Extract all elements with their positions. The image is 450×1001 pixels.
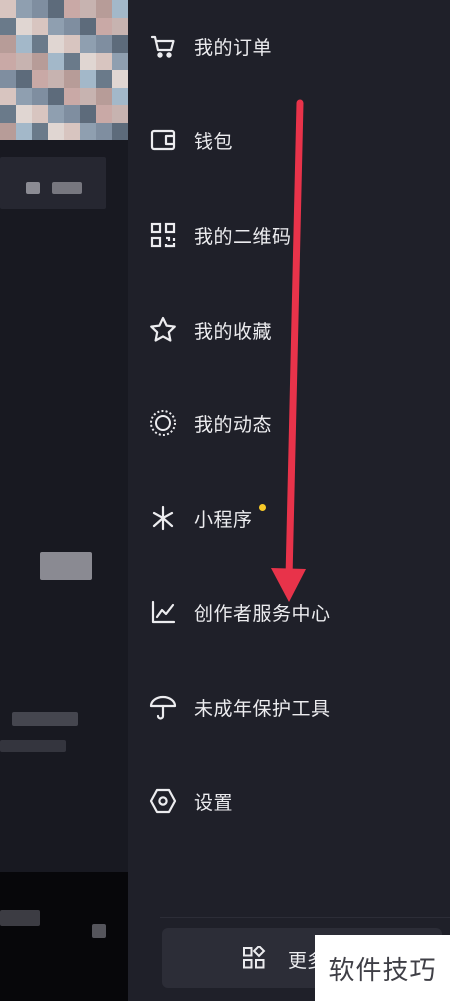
menu-item-label: 设置 [194, 791, 234, 814]
blurred-text [0, 740, 66, 752]
mini-program-icon [148, 503, 178, 533]
menu-item-settings[interactable]: 设置 [128, 771, 450, 831]
menu-item-qr-code[interactable]: 我的二维码 [128, 205, 450, 265]
menu-item-creator-center[interactable]: 创作者服务中心 [128, 582, 450, 642]
menu-item-label: 我的二维码 [194, 225, 292, 248]
menu-item-label: 小程序 [194, 508, 253, 531]
blurred-text [40, 552, 92, 580]
moments-ring-icon [148, 408, 178, 438]
watermark: 软件技巧 [315, 935, 450, 1001]
new-badge-dot [259, 504, 266, 511]
blurred-text [12, 712, 78, 726]
menu-item-favorites[interactable]: 我的收藏 [128, 300, 450, 360]
menu-item-label: 我的收藏 [194, 320, 273, 343]
divider [160, 917, 450, 918]
watermark-text: 软件技巧 [328, 955, 437, 986]
menu-item-label: 我的订单 [194, 36, 273, 59]
menu-item-label: 创作者服务中心 [194, 602, 331, 625]
menu-item-orders[interactable]: 我的订单 [128, 16, 450, 76]
menu-item-label: 未成年保护工具 [194, 697, 331, 720]
menu-item-minor-protection[interactable]: 未成年保护工具 [128, 677, 450, 737]
menu-item-label: 我的动态 [194, 413, 273, 436]
settings-hexagon-icon [148, 786, 178, 816]
profile-background-pane [0, 0, 128, 1001]
blurred-text [26, 182, 40, 194]
side-drawer-menu: 我的订单 钱包 我的二维码 我的收藏 我的动态 小程序 创作者服务中心 未成年保… [128, 0, 450, 1001]
menu-item-label: 钱包 [194, 130, 234, 153]
blurred-text [52, 182, 82, 194]
menu-item-wallet[interactable]: 钱包 [128, 110, 450, 170]
menu-item-moments[interactable]: 我的动态 [128, 393, 450, 453]
grid-apps-icon [242, 944, 266, 970]
menu-item-mini-programs[interactable]: 小程序 [128, 488, 450, 548]
qr-code-icon [148, 220, 178, 250]
wallet-icon [148, 125, 178, 155]
avatar-pixelated [0, 0, 128, 140]
star-icon [148, 315, 178, 345]
blurred-video-thumb [0, 872, 128, 1001]
line-chart-icon [148, 597, 178, 627]
umbrella-icon [148, 692, 178, 722]
shopping-cart-icon [148, 31, 178, 61]
